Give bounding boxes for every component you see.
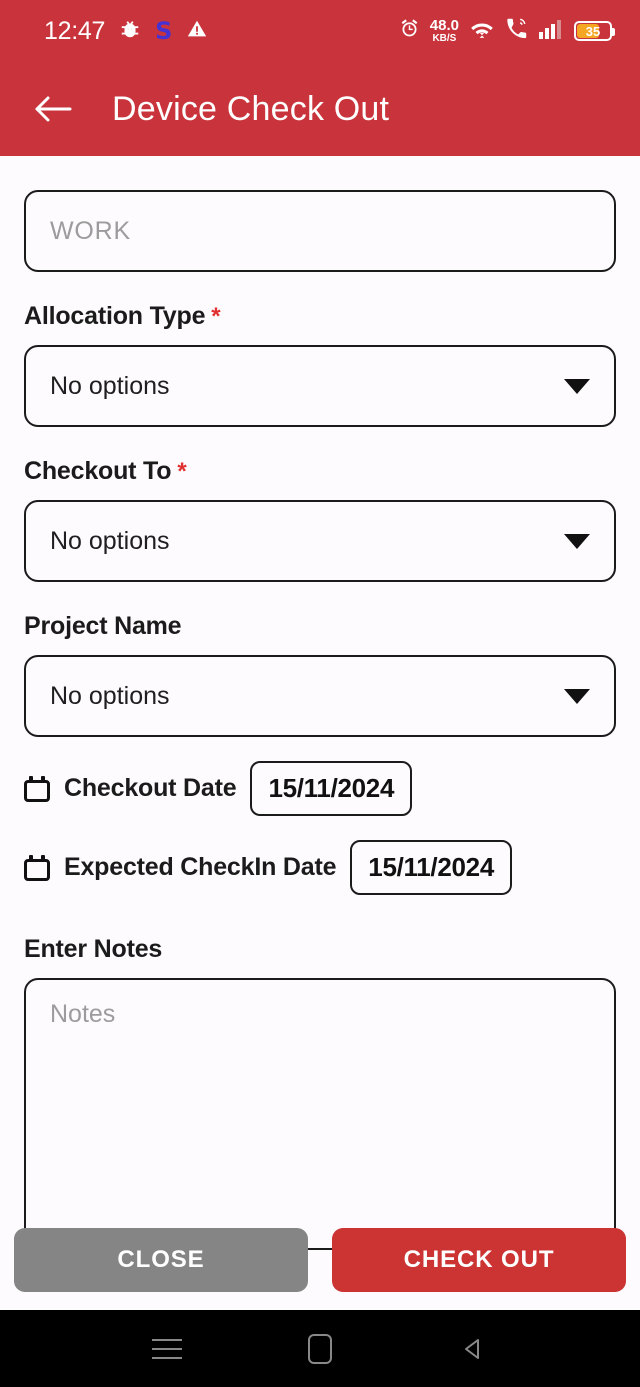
- samsung-pass-icon: S: [155, 17, 173, 45]
- chevron-down-icon: [564, 378, 590, 394]
- required-asterisk: *: [177, 458, 187, 485]
- network-speed-indicator: 48.0 KB/S: [429, 17, 459, 44]
- nav-back-button[interactable]: [445, 1321, 501, 1377]
- battery-icon: 35: [574, 21, 615, 41]
- allocation-type-value: No options: [50, 371, 170, 400]
- call-icon: [505, 18, 528, 45]
- project-name-value: No options: [50, 681, 170, 710]
- chevron-down-icon: [564, 688, 590, 704]
- recents-icon: [151, 1338, 182, 1359]
- home-icon: [307, 1333, 332, 1364]
- allocation-type-label: Allocation Type *: [24, 302, 616, 331]
- form-content: WORK Allocation Type * No options Checko…: [0, 156, 640, 1316]
- back-button[interactable]: [30, 86, 76, 132]
- project-name-select[interactable]: No options: [24, 655, 616, 737]
- warning-icon: [186, 18, 208, 45]
- checkout-to-label: Checkout To *: [24, 457, 616, 486]
- allocation-type-select[interactable]: No options: [24, 345, 616, 427]
- work-input[interactable]: WORK: [24, 190, 616, 272]
- expected-checkin-date-row: Expected CheckIn Date 15/11/2024: [24, 840, 616, 895]
- wifi-icon: [469, 18, 495, 45]
- close-button[interactable]: CLOSE: [14, 1228, 308, 1292]
- checkout-to-label-text: Checkout To: [24, 457, 172, 485]
- notes-placeholder: Notes: [50, 1000, 116, 1028]
- allocation-type-label-text: Allocation Type: [24, 302, 206, 330]
- chevron-down-icon: [564, 533, 590, 549]
- back-icon: [465, 1338, 480, 1359]
- expected-checkin-date-label: Expected CheckIn Date: [64, 853, 337, 881]
- signal-icon: [538, 19, 564, 44]
- required-asterisk: *: [211, 303, 221, 330]
- alarm-icon: [399, 18, 420, 44]
- checkout-to-value: No options: [50, 526, 170, 555]
- expected-checkin-date-value[interactable]: 15/11/2024: [350, 840, 512, 895]
- battery-percent: 35: [585, 23, 601, 39]
- project-name-label: Project Name: [24, 612, 616, 641]
- check-out-button[interactable]: CHECK OUT: [332, 1228, 626, 1292]
- checkout-date-label: Checkout Date: [64, 774, 237, 802]
- app-screen: 12:47 S 48.0 KB/S 35 Device Check Out WO…: [0, 0, 640, 1387]
- project-name-label-text: Project Name: [24, 612, 182, 640]
- checkout-to-select[interactable]: No options: [24, 500, 616, 582]
- arrow-left-icon: [35, 96, 72, 122]
- page-title: Device Check Out: [112, 89, 390, 128]
- calendar-icon: [24, 854, 50, 881]
- calendar-icon: [24, 775, 50, 802]
- status-bar-left: 12:47 S: [44, 18, 208, 45]
- notes-label: Enter Notes: [24, 935, 163, 963]
- status-bar-right: 48.0 KB/S 35: [399, 17, 615, 45]
- status-bar: 12:47 S 48.0 KB/S 35: [0, 0, 640, 62]
- system-nav-bar: [0, 1310, 640, 1387]
- nav-recents-button[interactable]: [139, 1321, 195, 1377]
- bug-icon: [119, 18, 141, 45]
- app-bar: Device Check Out: [0, 62, 640, 156]
- checkout-date-value[interactable]: 15/11/2024: [250, 761, 413, 816]
- notes-textarea[interactable]: Notes: [24, 978, 616, 1250]
- nav-home-button[interactable]: [292, 1321, 348, 1377]
- status-clock: 12:47: [44, 16, 106, 45]
- work-input-placeholder: WORK: [50, 216, 131, 245]
- checkout-date-row: Checkout Date 15/11/2024: [24, 761, 616, 816]
- action-bar: CLOSE CHECK OUT: [0, 1228, 640, 1292]
